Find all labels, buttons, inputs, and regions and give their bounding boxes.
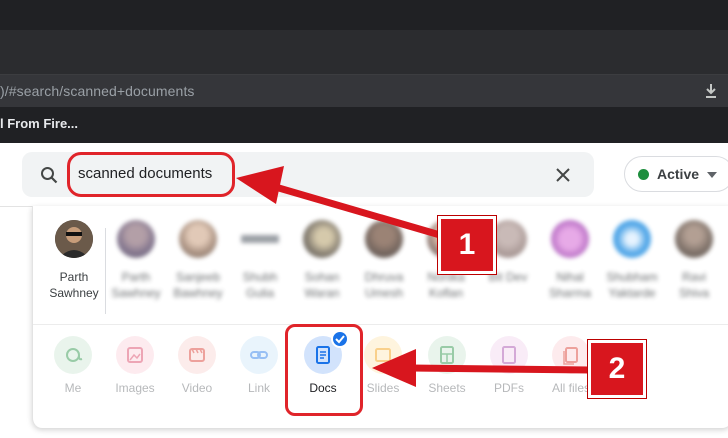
person-name-last: Bawhney: [173, 286, 223, 300]
files-icon: [552, 336, 590, 374]
filter-sheets[interactable]: Sheets: [417, 336, 477, 416]
download-icon[interactable]: [704, 83, 718, 99]
filter-images[interactable]: Images: [105, 336, 165, 416]
person-name-last: Gulia: [245, 286, 274, 300]
avatar: [675, 220, 713, 258]
person-name-first: Shubham: [606, 270, 658, 284]
browser-tab-bar: [0, 0, 728, 30]
avatar: [613, 220, 651, 258]
person-chip[interactable]: Shubh Gulia: [227, 220, 293, 320]
person-name-first: Parth: [59, 270, 89, 284]
person-chip[interactable]: Nihal Sharma: [537, 220, 603, 320]
avatar: [303, 220, 341, 258]
person-chip[interactable]: Parth Sawhney: [41, 220, 107, 320]
address-bar-url[interactable]: )/#search/scanned+documents: [0, 83, 195, 99]
close-icon[interactable]: [554, 166, 572, 184]
chevron-down-icon: [707, 172, 717, 178]
person-chip[interactable]: Sohan Waran: [289, 220, 355, 320]
person-chip[interactable]: Sanjeeb Bawhney: [165, 220, 231, 320]
person-name-first: Sohan: [304, 270, 340, 284]
slides-icon: [364, 336, 402, 374]
person-chip[interactable]: Ravi Shiva: [661, 220, 727, 320]
avatar: [365, 220, 403, 258]
filter-label: PDFs: [494, 381, 524, 395]
browser-toolbar: [0, 30, 728, 75]
person-chip[interactable]: Shubham Yaktarde: [599, 220, 665, 320]
step-number: 1: [458, 228, 476, 261]
person-name-first: Dhruva: [364, 270, 404, 284]
person-name-last: Koflan: [428, 286, 464, 300]
step-badge-1: 1: [438, 216, 496, 274]
filter-label: Video: [181, 381, 213, 395]
highlight-docs-filter: [285, 324, 363, 416]
avatar: [241, 220, 279, 258]
status-dot: [638, 169, 649, 180]
divider: [0, 206, 32, 207]
person-chip[interactable]: Dhruva Umesh: [351, 220, 417, 320]
filter-link[interactable]: Link: [229, 336, 289, 416]
pdf-icon: [490, 336, 528, 374]
status-label: Active: [657, 166, 700, 182]
highlight-search-query: [67, 152, 235, 197]
step-number: 2: [608, 352, 626, 385]
search-icon[interactable]: [40, 166, 58, 184]
avatar: [55, 220, 93, 258]
filter-label: Me: [64, 381, 82, 395]
status-dropdown[interactable]: Active: [624, 156, 728, 192]
address-bar[interactable]: )/#search/scanned+documents: [0, 75, 728, 107]
avatar: [117, 220, 155, 258]
avatar: [179, 220, 217, 258]
person-name-last: Sharma: [548, 286, 592, 300]
at-icon: [54, 336, 92, 374]
divider: [33, 324, 728, 325]
sheets-icon: [428, 336, 466, 374]
person-name-first: Sanjeeb: [175, 270, 221, 284]
person-name-first: Nihal: [556, 270, 584, 284]
bookmark-item[interactable]: l From Fire...: [0, 116, 78, 131]
person-name-last: Yaktarde: [608, 286, 656, 300]
filter-label: Sheets: [428, 381, 466, 395]
person-name-first: Ravi: [681, 270, 706, 284]
video-icon: [178, 336, 216, 374]
filter-video[interactable]: Video: [167, 336, 227, 416]
step-badge-2: 2: [588, 340, 646, 398]
people-row: Parth Sawhney Parth Sawhney Sanjeeb Bawh…: [33, 220, 728, 320]
filter-pdfs[interactable]: PDFs: [479, 336, 539, 416]
person-name-first: Shubh: [242, 270, 278, 284]
filter-me[interactable]: Me: [43, 336, 103, 416]
person-name-first: Parth: [121, 270, 151, 284]
person-name-last: Shiva: [678, 286, 710, 300]
person-name-last: Waran: [304, 286, 340, 300]
person-name-last: Sawhney: [49, 286, 99, 300]
person-name-last: Sawhney: [111, 286, 161, 300]
bookmarks-bar: l From Fire...: [0, 107, 728, 143]
filter-label: Link: [247, 381, 270, 395]
person-chip[interactable]: Parth Sawhney: [103, 220, 169, 320]
person-name-last: Umesh: [364, 286, 403, 300]
link-icon: [240, 336, 278, 374]
image-icon: [116, 336, 154, 374]
filter-label: Images: [115, 381, 155, 395]
avatar: [551, 220, 589, 258]
